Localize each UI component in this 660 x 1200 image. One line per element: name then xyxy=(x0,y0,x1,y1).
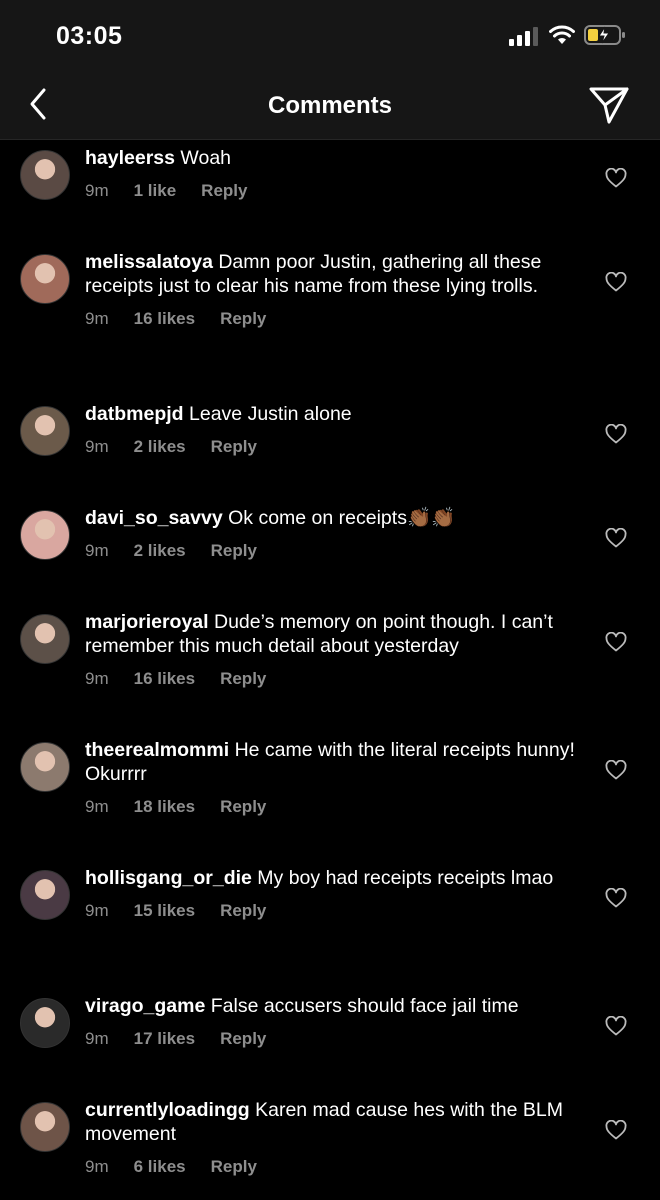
send-button[interactable] xyxy=(588,84,630,126)
comment-meta: 9m 17 likes Reply xyxy=(85,1029,580,1049)
timestamp: 9m xyxy=(85,797,109,816)
username[interactable]: virago_game xyxy=(85,995,205,1017)
likes-count[interactable]: 16 likes xyxy=(134,669,195,689)
reply-button[interactable]: Reply xyxy=(211,1157,257,1177)
heart-icon[interactable] xyxy=(605,1016,627,1036)
avatar[interactable] xyxy=(20,510,70,560)
likes-count[interactable]: 15 likes xyxy=(134,901,195,921)
heart-icon[interactable] xyxy=(605,528,627,548)
comment-message: My boy had receipts receipts lmao xyxy=(257,867,554,889)
reply-button[interactable]: Reply xyxy=(220,309,266,329)
username[interactable]: hayleerss xyxy=(85,147,175,169)
comment-text: davi_so_savvy Ok come on receipts👏🏾👏🏾 xyxy=(85,506,580,530)
heart-icon[interactable] xyxy=(605,424,627,444)
username[interactable]: davi_so_savvy xyxy=(85,507,223,529)
comment-text: hollisgang_or_die My boy had receipts re… xyxy=(85,866,580,890)
heart-icon[interactable] xyxy=(605,632,627,652)
timestamp: 9m xyxy=(85,309,109,328)
timestamp: 9m xyxy=(85,541,109,560)
comment-meta: 9m 6 likes Reply xyxy=(85,1157,580,1177)
comment-message: Woah xyxy=(180,147,232,169)
avatar[interactable] xyxy=(20,406,70,456)
avatar[interactable] xyxy=(20,614,70,664)
comment-message: False accusers should face jail time xyxy=(210,995,519,1017)
comment-text: currentlyloadingg Karen mad cause hes wi… xyxy=(85,1098,580,1146)
comment-meta: 9m 18 likes Reply xyxy=(85,797,580,817)
reply-button[interactable]: Reply xyxy=(220,669,266,689)
comment-text: marjorieroyal Dude’s memory on point tho… xyxy=(85,610,580,658)
comment-text: melissalatoya Damn poor Justin, gatherin… xyxy=(85,250,580,298)
avatar[interactable] xyxy=(20,254,70,304)
likes-count[interactable]: 17 likes xyxy=(134,1029,195,1049)
comment-message: Ok come on receipts👏🏾👏🏾 xyxy=(228,507,456,529)
page-title: Comments xyxy=(267,92,393,119)
comment-meta: 9m 16 likes Reply xyxy=(85,669,580,689)
comment-meta: 9m 1 like Reply xyxy=(85,181,580,201)
heart-icon[interactable] xyxy=(605,272,627,292)
comment-text: virago_game False accusers should face j… xyxy=(85,994,580,1018)
likes-count[interactable]: 18 likes xyxy=(134,797,195,817)
reply-button[interactable]: Reply xyxy=(211,437,257,457)
avatar[interactable] xyxy=(20,742,70,792)
comment-message: Leave Justin alone xyxy=(189,403,352,425)
comment-meta: 9m 15 likes Reply xyxy=(85,901,580,921)
username[interactable]: marjorieroyal xyxy=(85,611,209,633)
comments-list[interactable]: hayleerss Woah 9m 1 like Reply melissalato… xyxy=(0,141,660,1200)
avatar[interactable] xyxy=(20,998,70,1048)
username[interactable]: datbmepjd xyxy=(85,403,184,425)
reply-button[interactable]: Reply xyxy=(211,541,257,561)
comment-text: datbmepjd Leave Justin alone xyxy=(85,402,580,426)
comment-meta: 9m 2 likes Reply xyxy=(85,541,580,561)
likes-count[interactable]: 1 like xyxy=(134,181,177,201)
likes-count[interactable]: 2 likes xyxy=(134,437,186,457)
heart-icon[interactable] xyxy=(605,168,627,188)
username[interactable]: hollisgang_or_die xyxy=(85,867,252,889)
avatar[interactable] xyxy=(20,1102,70,1152)
status-bar: 03:05 xyxy=(0,0,660,72)
comment-text: hayleerss Woah xyxy=(85,146,580,170)
reply-button[interactable]: Reply xyxy=(220,901,266,921)
reply-button[interactable]: Reply xyxy=(220,1029,266,1049)
avatar[interactable] xyxy=(20,150,70,200)
timestamp: 9m xyxy=(85,437,109,456)
timestamp: 9m xyxy=(85,1157,109,1176)
heart-icon[interactable] xyxy=(605,888,627,908)
reply-button[interactable]: Reply xyxy=(220,797,266,817)
reply-button[interactable]: Reply xyxy=(201,181,247,201)
timestamp: 9m xyxy=(85,669,109,688)
battery-charging-icon xyxy=(584,25,625,45)
avatar[interactable] xyxy=(20,870,70,920)
likes-count[interactable]: 2 likes xyxy=(134,541,186,561)
comment-meta: 9m 2 likes Reply xyxy=(85,437,580,457)
cellular-signal-icon xyxy=(509,27,538,46)
timestamp: 9m xyxy=(85,1029,109,1048)
likes-count[interactable]: 16 likes xyxy=(134,309,195,329)
username[interactable]: currentlyloadingg xyxy=(85,1099,250,1121)
nav-bar: Comments xyxy=(0,72,660,140)
heart-icon[interactable] xyxy=(605,760,627,780)
status-time: 03:05 xyxy=(56,22,123,50)
wifi-icon xyxy=(549,25,575,44)
comment-text: theerealmommi He came with the literal r… xyxy=(85,738,580,786)
heart-icon[interactable] xyxy=(605,1120,627,1140)
username[interactable]: melissalatoya xyxy=(85,251,213,273)
timestamp: 9m xyxy=(85,181,109,200)
timestamp: 9m xyxy=(85,901,109,920)
username[interactable]: theerealmommi xyxy=(85,739,229,761)
comment-meta: 9m 16 likes Reply xyxy=(85,309,580,329)
likes-count[interactable]: 6 likes xyxy=(134,1157,186,1177)
